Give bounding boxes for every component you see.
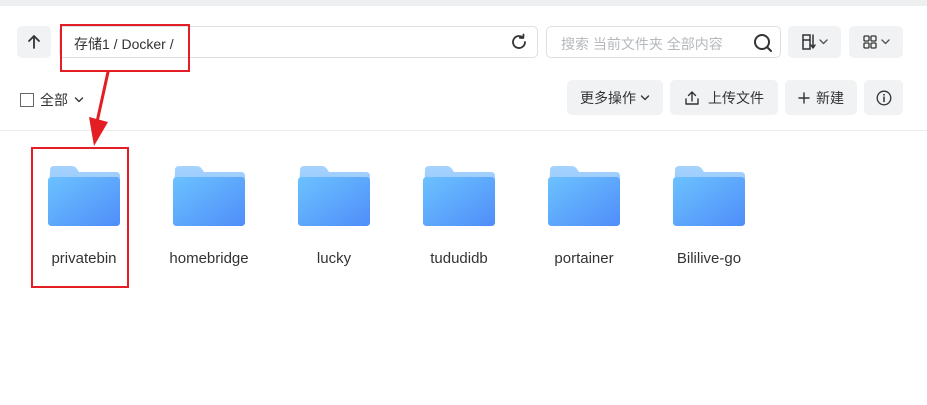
path-bar[interactable]: 存储1 / Docker / bbox=[59, 26, 538, 58]
search-icon[interactable] bbox=[752, 32, 774, 54]
folder-item-bililive-go[interactable]: Bililive-go bbox=[654, 160, 764, 270]
folder-item-lucky[interactable]: lucky bbox=[279, 160, 389, 270]
folder-name: privatebin bbox=[51, 250, 117, 267]
folder-icon bbox=[173, 166, 245, 226]
folder-name: homebridge bbox=[169, 250, 249, 267]
info-icon bbox=[876, 90, 891, 105]
folder-item-portainer[interactable]: portainer bbox=[529, 160, 639, 270]
arrow-up-icon bbox=[28, 35, 40, 49]
select-all-checkbox[interactable] bbox=[20, 93, 34, 107]
new-label: 新建 bbox=[816, 89, 844, 106]
folder-name: portainer bbox=[554, 250, 614, 267]
folder-icon bbox=[48, 166, 120, 226]
new-button[interactable]: 新建 bbox=[785, 80, 857, 115]
upload-icon bbox=[685, 90, 699, 105]
folder-name: lucky bbox=[316, 250, 352, 267]
toolbar-divider bbox=[0, 130, 927, 131]
info-button[interactable] bbox=[864, 80, 903, 115]
up-button[interactable] bbox=[17, 26, 51, 58]
select-all[interactable]: 全部 bbox=[20, 90, 84, 110]
folder-item-homebridge[interactable]: homebridge bbox=[154, 160, 264, 270]
upload-file-button[interactable]: 上传文件 bbox=[670, 80, 778, 115]
refresh-icon[interactable] bbox=[509, 32, 529, 52]
top-strip bbox=[0, 0, 927, 6]
folder-icon bbox=[548, 166, 620, 226]
folder-item-tududidb[interactable]: tududidb bbox=[404, 160, 514, 270]
chevron-down-icon bbox=[640, 94, 650, 100]
upload-file-label: 上传文件 bbox=[708, 89, 764, 106]
chevron-down-icon bbox=[74, 97, 84, 103]
folder-name: tududidb bbox=[430, 250, 488, 267]
more-actions-label: 更多操作 bbox=[580, 89, 636, 106]
search-field[interactable]: 搜索 当前文件夹 全部内容 bbox=[546, 26, 781, 58]
folder-icon bbox=[423, 166, 495, 226]
sort-button[interactable] bbox=[788, 26, 841, 58]
annotation-arrow-icon bbox=[89, 70, 110, 146]
folder-name: Bililive-go bbox=[676, 250, 742, 267]
folder-icon bbox=[673, 166, 745, 226]
search-placeholder: 搜索 当前文件夹 全部内容 bbox=[561, 36, 723, 52]
plus-icon bbox=[798, 91, 810, 104]
more-actions-button[interactable]: 更多操作 bbox=[567, 80, 663, 115]
view-mode-button[interactable] bbox=[849, 26, 903, 58]
grid-view-icon bbox=[863, 35, 890, 49]
breadcrumb[interactable]: 存储1 / Docker / bbox=[74, 34, 174, 54]
select-all-label: 全部 bbox=[40, 92, 68, 108]
folder-item-privatebin[interactable]: privatebin bbox=[29, 160, 139, 270]
folder-icon bbox=[298, 166, 370, 226]
sort-icon bbox=[801, 34, 828, 50]
